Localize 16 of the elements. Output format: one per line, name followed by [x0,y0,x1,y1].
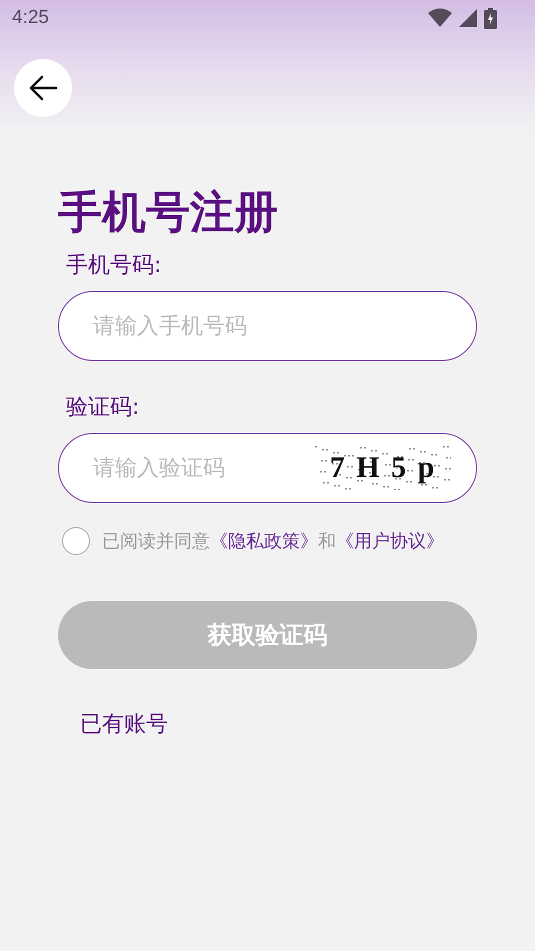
agreement-text: 已阅读并同意 [102,530,210,553]
field-label: 手机号码: [66,252,162,280]
page-title: 手机号注册 [58,186,279,240]
have-account-link[interactable]: 已有账号 [80,709,168,739]
phone-input-field[interactable]: 请输入手机号码 [58,291,477,361]
status-time: 4:25 [12,7,49,29]
wifi-icon [428,8,452,28]
policy-link[interactable]: 《隐私政策》 [210,529,318,553]
policy-link[interactable]: 《用户协议》 [336,529,444,553]
back-arrow-icon [28,75,58,101]
field-label: 验证码: [66,394,140,422]
agreement-text: 和 [318,530,336,553]
captcha-image[interactable]: 7 H 5 p [315,446,451,490]
battery-icon [484,8,497,28]
signal-icon [458,8,478,28]
agree-checkbox[interactable] [62,527,90,555]
